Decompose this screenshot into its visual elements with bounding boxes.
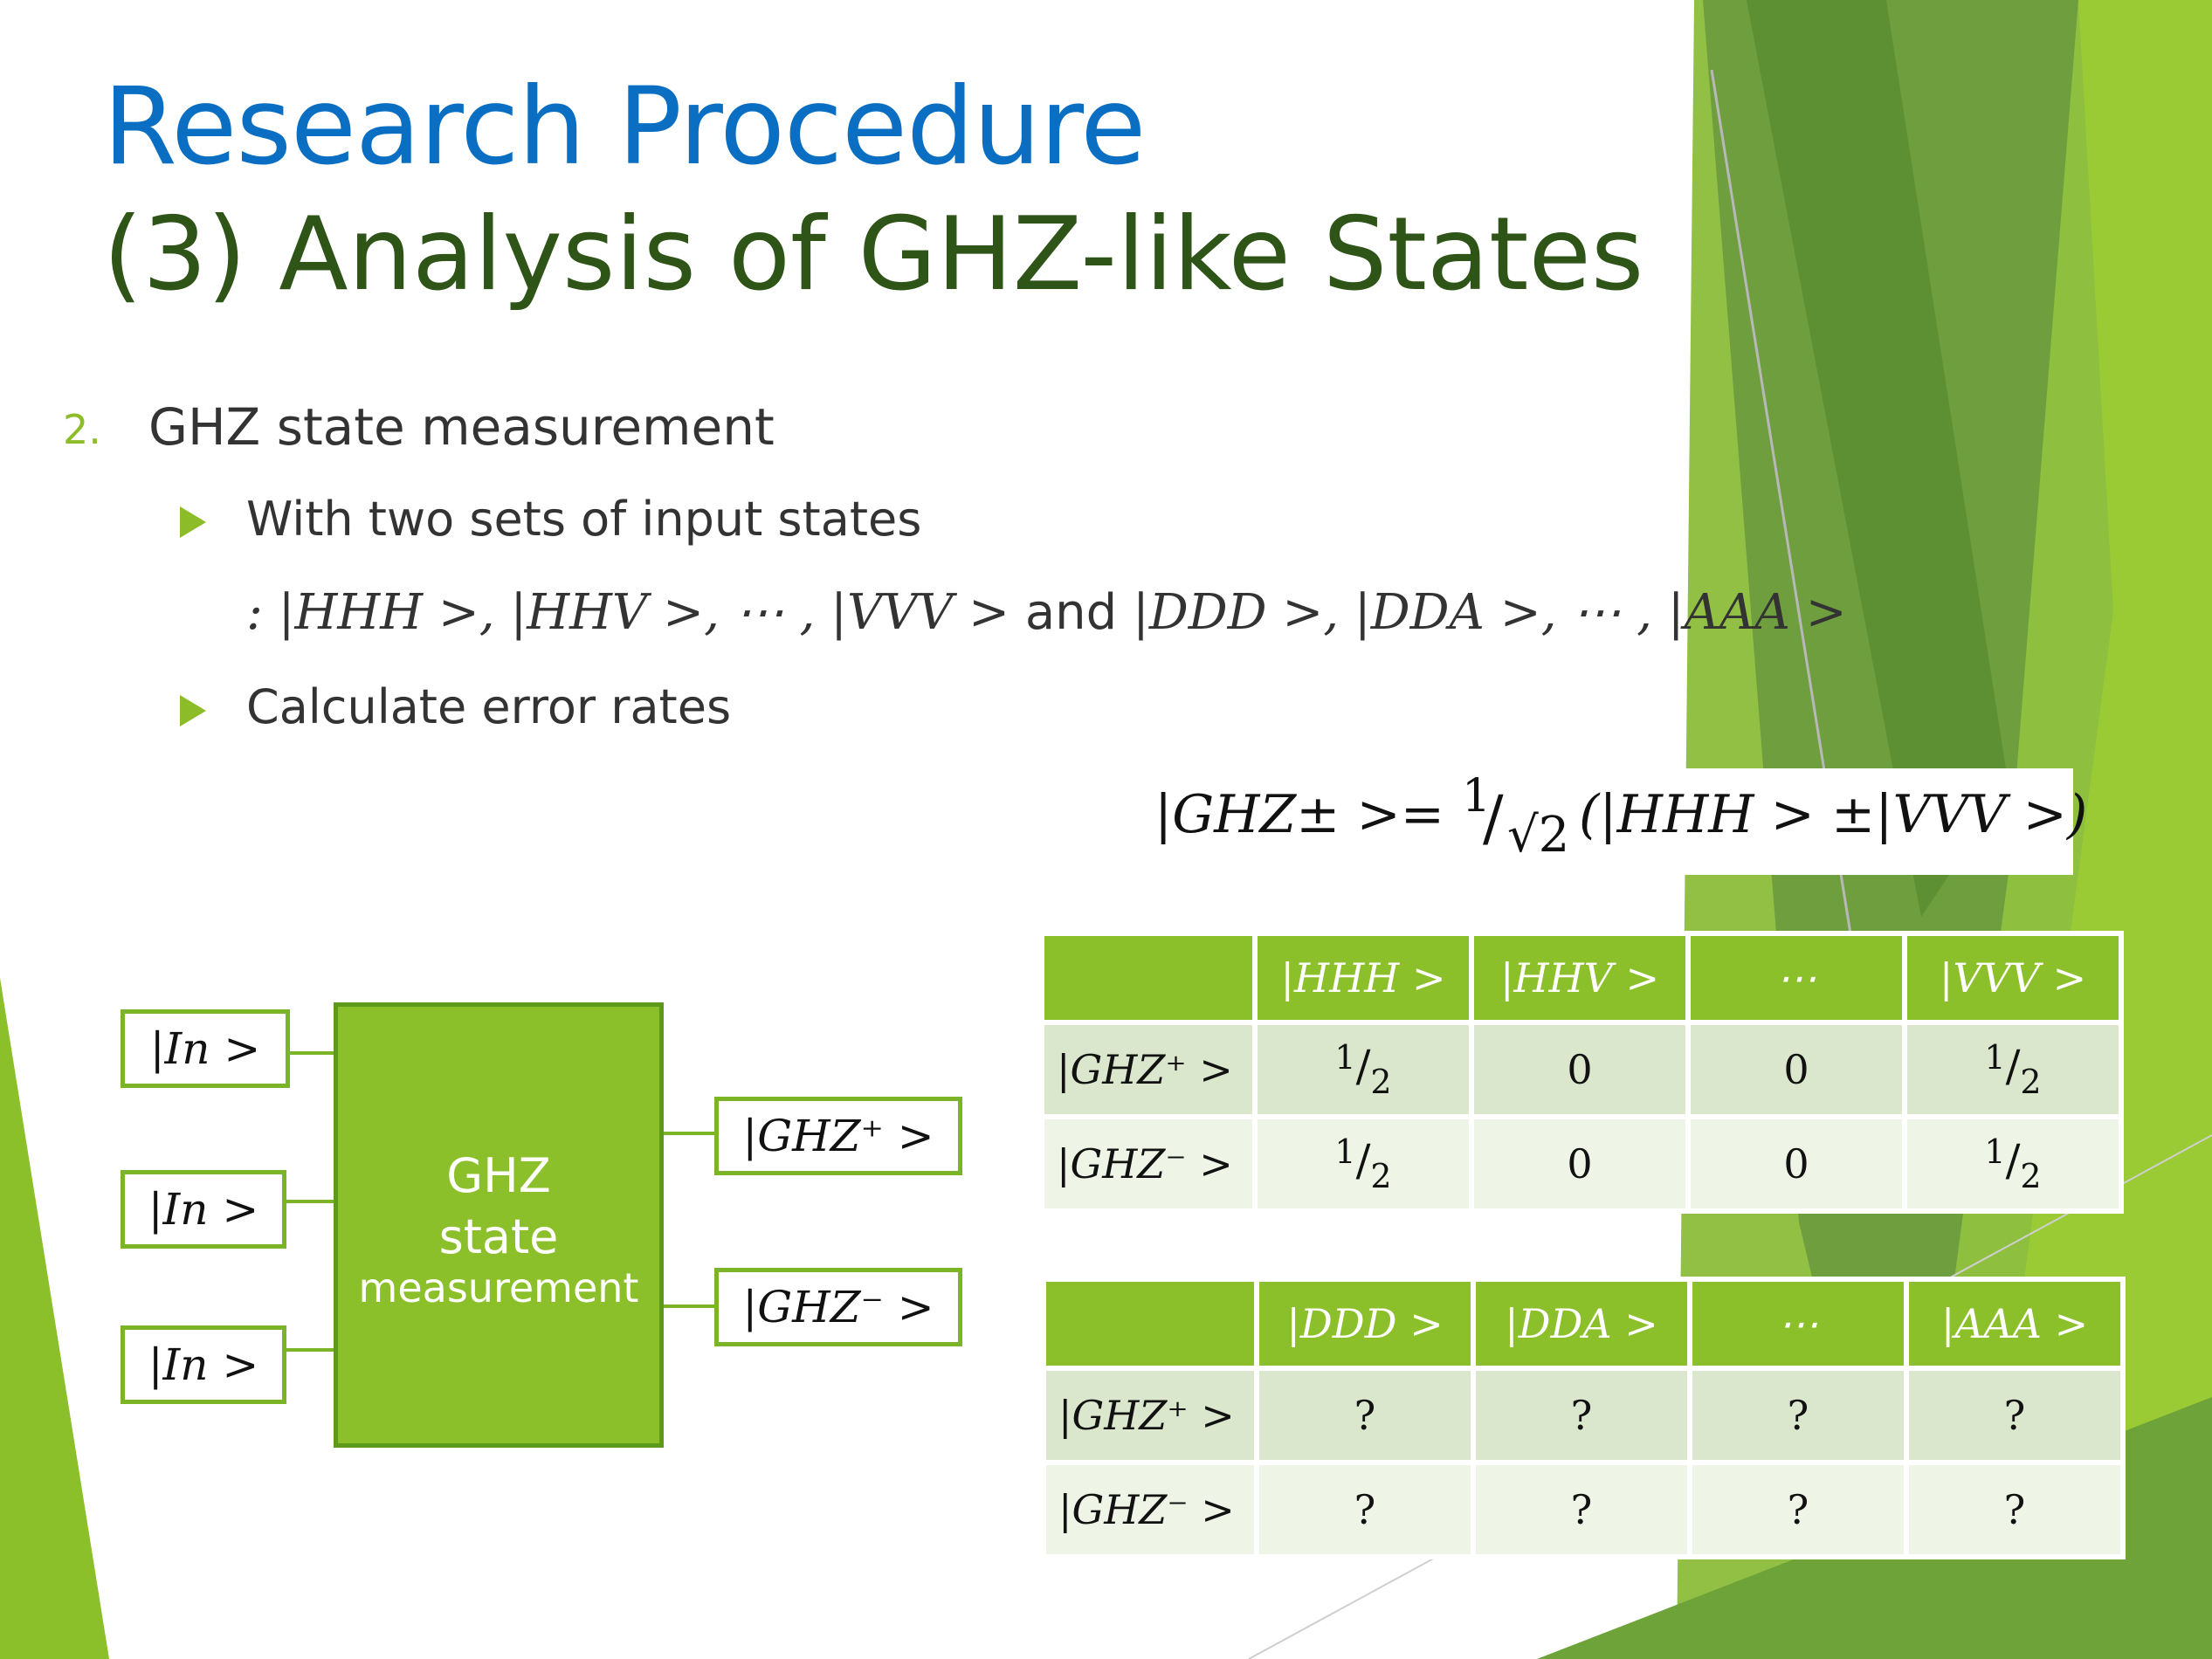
- fraction-value: 1/2: [1984, 1038, 2042, 1101]
- hv-results-table: |HHH > |HHV > ⋯ |VVV > |GHZ⁺ > 1/2 0 0 1…: [1039, 931, 2124, 1214]
- slide-subtitle: (3) Analysis of GHZ-like States: [103, 196, 1644, 313]
- row-label: |GHZ⁻ >: [1039, 1114, 1258, 1214]
- row-label: |GHZ⁺ >: [1039, 1020, 1258, 1119]
- formula-lhs: |GHZ± >=: [1154, 784, 1445, 845]
- input-states-line: : |HHH >, |HHV >, ⋯ , |VVV > and |DDD >,…: [246, 583, 1847, 642]
- table-cell: ?: [1471, 1460, 1692, 1559]
- list-number: 2.: [63, 406, 101, 453]
- table-cell: ?: [1687, 1460, 1909, 1559]
- bullet-arrow-icon: [180, 506, 206, 538]
- table-cell: ?: [1687, 1366, 1909, 1465]
- input-states-connector: and: [1024, 584, 1118, 641]
- table-cell: ?: [1904, 1366, 2126, 1465]
- table-header-cell: |VVV >: [1902, 931, 2124, 1025]
- table-header-row: |HHH > |HHV > ⋯ |VVV >: [1039, 931, 2124, 1025]
- table-header-cell: |AAA >: [1904, 1277, 2126, 1371]
- fraction-value: 1/2: [1984, 1132, 2042, 1195]
- left-green-shard: [0, 978, 109, 1659]
- list-item-title: GHZ state measurement: [148, 397, 775, 457]
- bullet-arrow-icon: [180, 695, 206, 726]
- table-cell: 1/2: [1252, 1020, 1474, 1119]
- input-states-hv: : |HHH >, |HHV >, ⋯ , |VVV >: [246, 584, 1010, 641]
- table-cell: 0: [1469, 1020, 1691, 1119]
- fraction-value: 1/2: [1334, 1038, 1392, 1101]
- table-header-cell: ⋯: [1685, 931, 1907, 1025]
- table-header-cell: ⋯: [1687, 1277, 1909, 1371]
- ghz-formula: |GHZ± >= 1 / √2 (|HHH > ±|VVV >): [1135, 768, 2087, 875]
- table-row: |GHZ⁻ > 1/2 0 0 1/2: [1039, 1114, 2124, 1214]
- formula-rhs: (|HHH > ±|VVV >): [1579, 784, 2088, 845]
- table-header-cell: |HHV >: [1469, 931, 1691, 1025]
- connector-line: [286, 1200, 335, 1203]
- formula-slash: /: [1483, 782, 1504, 854]
- input-states-da: |DDD >, |DDA >, ⋯ , |AAA >: [1132, 584, 1847, 641]
- table-cell: 1/2: [1902, 1020, 2124, 1119]
- box-label-line-1: GHZ: [446, 1148, 551, 1203]
- table-cell: ?: [1254, 1460, 1476, 1559]
- connector-line: [290, 1051, 335, 1055]
- table-cell: ?: [1254, 1366, 1476, 1465]
- table-cell: 1/2: [1902, 1114, 2124, 1214]
- table-header-cell: |HHH >: [1252, 931, 1474, 1025]
- table-row: |GHZ⁻ > ? ? ? ?: [1041, 1460, 2126, 1559]
- row-label: |GHZ⁺ >: [1041, 1366, 1259, 1465]
- table-header-cell: |DDA >: [1471, 1277, 1692, 1371]
- table-header-row: |DDD > |DDA > ⋯ |AAA >: [1041, 1277, 2126, 1371]
- table-cell: 0: [1685, 1114, 1907, 1214]
- table-cell: ?: [1471, 1366, 1692, 1465]
- bullet-text-input-sets: With two sets of input states: [246, 492, 922, 547]
- table-cell: ?: [1904, 1460, 2126, 1559]
- connector-line: [664, 1132, 716, 1135]
- table-cell: 0: [1469, 1114, 1691, 1214]
- input-box-3: |In >: [121, 1325, 286, 1404]
- box-label-line-3: measurement: [358, 1264, 639, 1311]
- box-label-line-2: state: [438, 1209, 559, 1264]
- input-box-2: |In >: [121, 1170, 286, 1249]
- fraction-value: 1/2: [1334, 1132, 1392, 1195]
- input-box-1: |In >: [121, 1009, 290, 1088]
- bullet-text-error-rates: Calculate error rates: [246, 679, 732, 734]
- table-cell: 0: [1685, 1020, 1907, 1119]
- ghz-measurement-box: GHZ state measurement: [334, 1002, 664, 1448]
- slide: Research Procedure (3) Analysis of GHZ-l…: [0, 0, 2212, 1659]
- row-label: |GHZ⁻ >: [1041, 1460, 1259, 1559]
- output-box-ghz-plus: |GHZ⁺ >: [714, 1097, 962, 1175]
- output-box-ghz-minus: |GHZ⁻ >: [714, 1268, 962, 1346]
- table-cell: 1/2: [1252, 1114, 1474, 1214]
- table-header-cell: [1039, 931, 1258, 1025]
- slide-title: Research Procedure: [103, 65, 1146, 189]
- table-header-cell: |DDD >: [1254, 1277, 1476, 1371]
- connector-line: [286, 1348, 335, 1352]
- table-row: |GHZ⁺ > ? ? ? ?: [1041, 1366, 2126, 1465]
- table-header-cell: [1041, 1277, 1259, 1371]
- connector-line: [664, 1304, 716, 1308]
- table-row: |GHZ⁺ > 1/2 0 0 1/2: [1039, 1020, 2124, 1119]
- formula-denominator: √2: [1507, 807, 1570, 864]
- da-results-table: |DDD > |DDA > ⋯ |AAA > |GHZ⁺ > ? ? ? ? |…: [1041, 1277, 2126, 1559]
